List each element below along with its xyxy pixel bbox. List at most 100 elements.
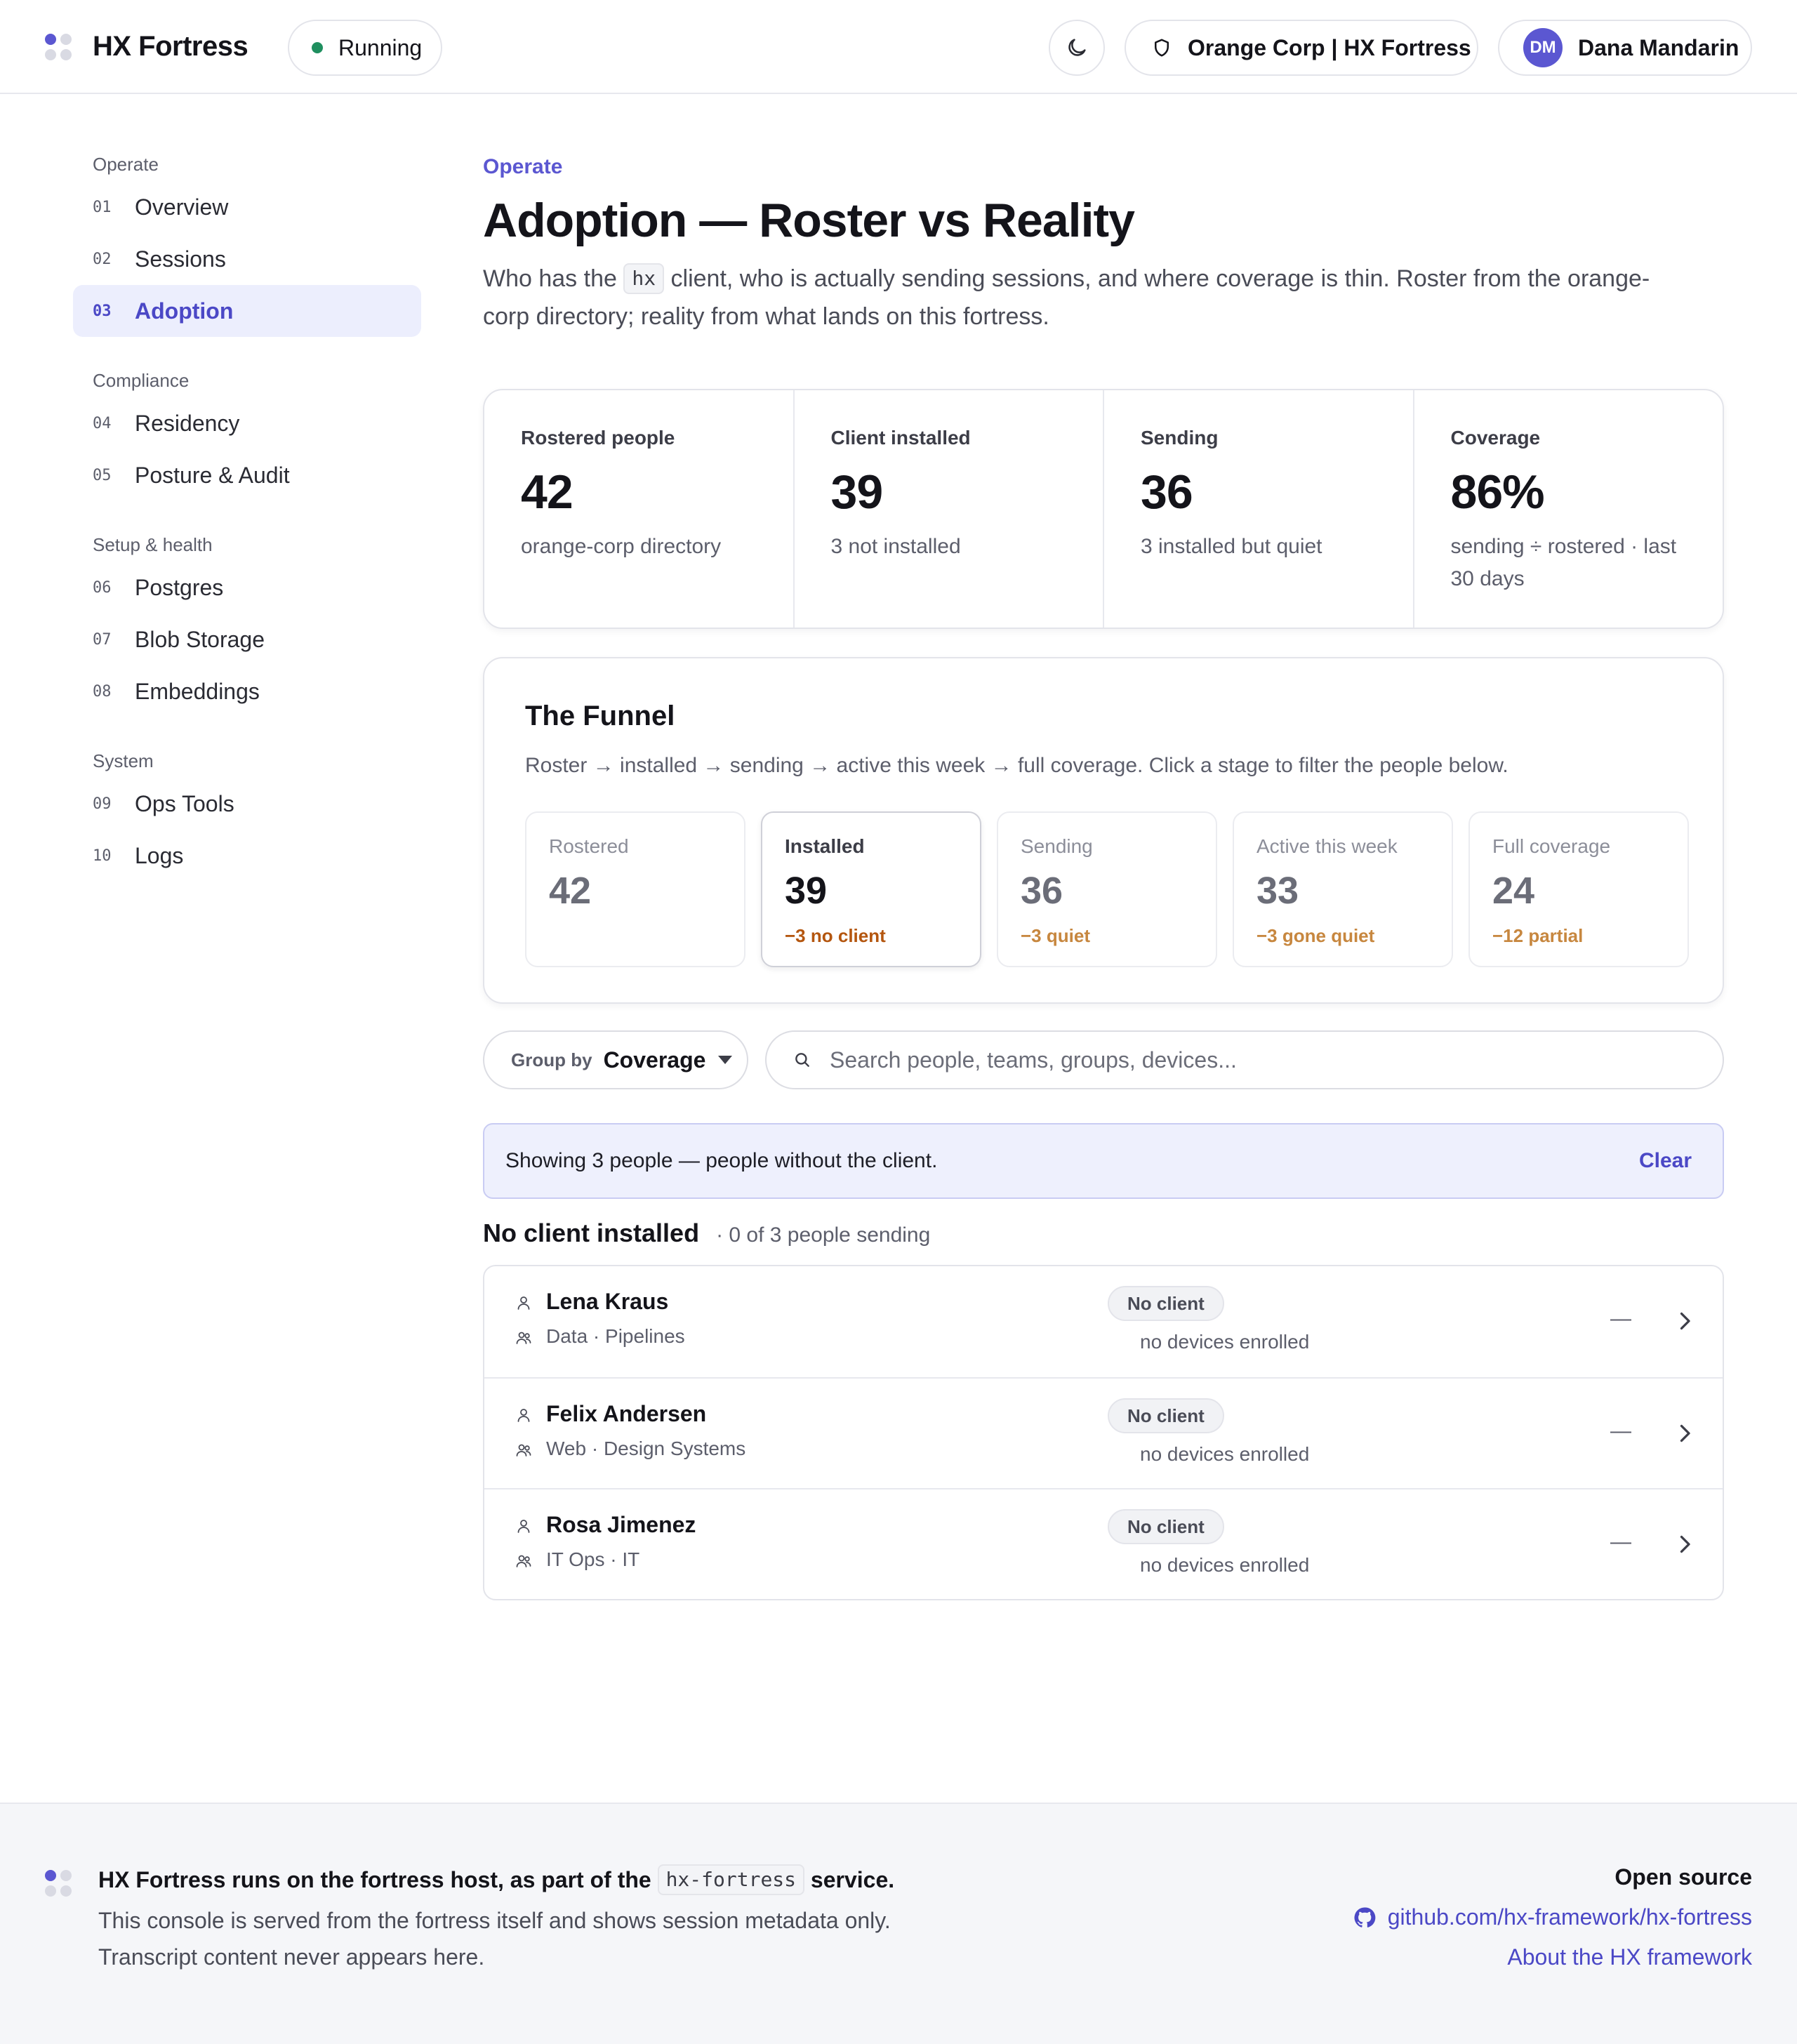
sidebar-item-residency[interactable]: 04 Residency: [73, 397, 421, 449]
person-name: Lena Kraus: [546, 1289, 669, 1314]
group-by-value: Coverage: [603, 1047, 706, 1073]
stage-value: 24: [1492, 870, 1535, 912]
stats-card: Rostered people 42 orange-corp directory…: [483, 389, 1724, 629]
stat-subtext: orange-corp directory: [521, 535, 722, 558]
filter-banner: Showing 3 people — people without the cl…: [483, 1123, 1724, 1199]
nav-label: Sessions: [135, 246, 226, 272]
stage-delta: −3 quiet: [1021, 925, 1090, 946]
nav-group-title: Compliance: [93, 370, 190, 391]
funnel-stage-sending[interactable]: Sending 36 −3 quiet: [997, 811, 1217, 967]
sidebar-item-sessions[interactable]: 02 Sessions: [73, 233, 421, 285]
activity-value: —: [1610, 1419, 1631, 1442]
search-input[interactable]: [830, 1047, 1672, 1073]
group-meta: · 0 of 3 people sending: [716, 1223, 931, 1247]
nav-number: 06: [93, 578, 112, 597]
stage-delta: −3 gone quiet: [1256, 925, 1375, 946]
stat-subtext: 3 installed but quiet: [1141, 535, 1322, 558]
sidebar-item-logs[interactable]: 10 Logs: [73, 830, 421, 882]
nav-number: 03: [93, 302, 112, 320]
device-status: no devices enrolled: [1140, 1443, 1310, 1465]
moon-icon: [1068, 39, 1086, 56]
nav-number: 05: [93, 466, 112, 484]
team-icon: [516, 1555, 531, 1567]
nav-label: Adoption: [135, 298, 234, 324]
footer-note-line: Transcript content never appears here.: [98, 1944, 485, 1970]
logo-icon: [44, 32, 74, 62]
sidebar-item-overview[interactable]: 01 Overview: [73, 181, 421, 233]
github-repo-link[interactable]: github.com/hx-framework/hx-fortress: [1353, 1904, 1752, 1930]
chevron-right-icon: [1680, 1312, 1690, 1330]
group-by-label: Group by: [511, 1049, 592, 1070]
list-item[interactable]: Rosa Jimenez IT Ops · IT No client no de…: [484, 1488, 1723, 1599]
user-menu-button[interactable]: DM Dana Mandarin: [1498, 20, 1752, 76]
sidebar-item-ops-tools[interactable]: 09 Ops Tools: [73, 778, 421, 830]
nav-label: Ops Tools: [135, 790, 234, 816]
main-content: Operate Adoption — Roster vs Reality Who…: [483, 147, 1724, 1600]
group-title: No client installed: [483, 1219, 700, 1247]
user-name: Dana Mandarin: [1578, 34, 1739, 60]
stat-label: Rostered people: [521, 427, 675, 449]
sidebar-item-adoption[interactable]: 03 Adoption: [73, 285, 421, 337]
stage-label: Rostered: [549, 835, 629, 857]
sidebar-item-posture-audit[interactable]: 05 Posture & Audit: [73, 449, 421, 501]
stat-value: 39: [830, 465, 884, 519]
stage-delta: −12 partial: [1492, 925, 1584, 946]
list-item[interactable]: Felix Andersen Web · Design Systems No c…: [484, 1377, 1723, 1488]
open-source-links: Open source github.com/hx-framework/hx-f…: [1353, 1864, 1752, 1970]
stat-label: Client installed: [830, 427, 971, 449]
stat-label: Sending: [1141, 427, 1219, 449]
people-list: Lena Kraus Data · Pipelines No client no…: [483, 1265, 1724, 1600]
nav-group-title: Setup & health: [93, 534, 213, 555]
stage-delta: −3 no client: [785, 925, 886, 946]
nav-label: Residency: [135, 410, 240, 436]
chevron-right-icon: [1680, 1424, 1690, 1442]
funnel-stage-installed[interactable]: Installed 39 −3 no client: [761, 811, 981, 967]
group-heading: No client installed · 0 of 3 people send…: [483, 1219, 930, 1248]
team-icon: [516, 1332, 531, 1344]
sidebar: Operate 01 Overview 02 Sessions 03 Adoption…: [73, 147, 421, 882]
page-description: Who has the hx client, who is actually s…: [483, 260, 1690, 336]
sidebar-item-postgres[interactable]: 06 Postgres: [73, 562, 421, 613]
sidebar-item-embeddings[interactable]: 08 Embeddings: [73, 665, 421, 717]
nav-label: Posture & Audit: [135, 462, 290, 488]
person-team: Web · Design Systems: [546, 1438, 746, 1459]
nav-number: 10: [93, 847, 112, 865]
nav-number: 09: [93, 795, 112, 813]
filter-text: Showing 3 people — people without the cl…: [505, 1149, 938, 1172]
chevron-right-icon: [1680, 1535, 1690, 1553]
breadcrumb: Operate: [483, 155, 563, 178]
funnel-stage-full-coverage[interactable]: Full coverage 24 −12 partial: [1468, 811, 1689, 967]
stage-value: 39: [785, 870, 828, 912]
group-by-select[interactable]: Group by Coverage: [483, 1030, 748, 1089]
person-icon: [517, 1409, 530, 1422]
stat-subtext: sending ÷ rostered · last 30 days: [1450, 535, 1677, 590]
stat-value: 42: [521, 465, 573, 519]
org-name: Orange Corp | HX Fortress: [1188, 34, 1471, 60]
funnel-stage-rostered[interactable]: Rostered 42: [525, 811, 745, 967]
caret-down-icon: [718, 1056, 733, 1064]
nav-label: Embeddings: [135, 678, 260, 704]
status-badge: No client: [1108, 1286, 1224, 1321]
nav-number: 04: [93, 414, 112, 432]
stage-value: 33: [1256, 870, 1299, 912]
person-name: Felix Andersen: [546, 1401, 707, 1426]
search-icon: [795, 1053, 809, 1067]
funnel-card: The Funnel Roster → installed → sending …: [483, 657, 1724, 1004]
brand-name: HX Fortress: [93, 31, 248, 62]
list-item[interactable]: Lena Kraus Data · Pipelines No client no…: [484, 1266, 1723, 1377]
search-box: [765, 1030, 1724, 1089]
theme-toggle-button[interactable]: [1049, 20, 1105, 76]
stage-value: 36: [1021, 870, 1063, 912]
org-switcher-button[interactable]: Orange Corp | HX Fortress: [1125, 20, 1478, 76]
about-framework-link[interactable]: About the HX framework: [1353, 1944, 1752, 1970]
stat-rostered: Rostered people 42 orange-corp directory: [484, 390, 793, 628]
device-status: no devices enrolled: [1140, 1331, 1310, 1353]
page-title: Adoption — Roster vs Reality: [483, 194, 1135, 247]
funnel-stage-active-this-week[interactable]: Active this week 33 −3 gone quiet: [1233, 811, 1453, 967]
status-dot-icon: [312, 42, 323, 53]
nav-number: 02: [93, 250, 112, 268]
stage-label: Sending: [1021, 835, 1093, 857]
stat-label: Coverage: [1450, 427, 1541, 449]
sidebar-item-blob-storage[interactable]: 07 Blob Storage: [73, 613, 421, 665]
clear-filter-button[interactable]: Clear: [1639, 1149, 1692, 1173]
